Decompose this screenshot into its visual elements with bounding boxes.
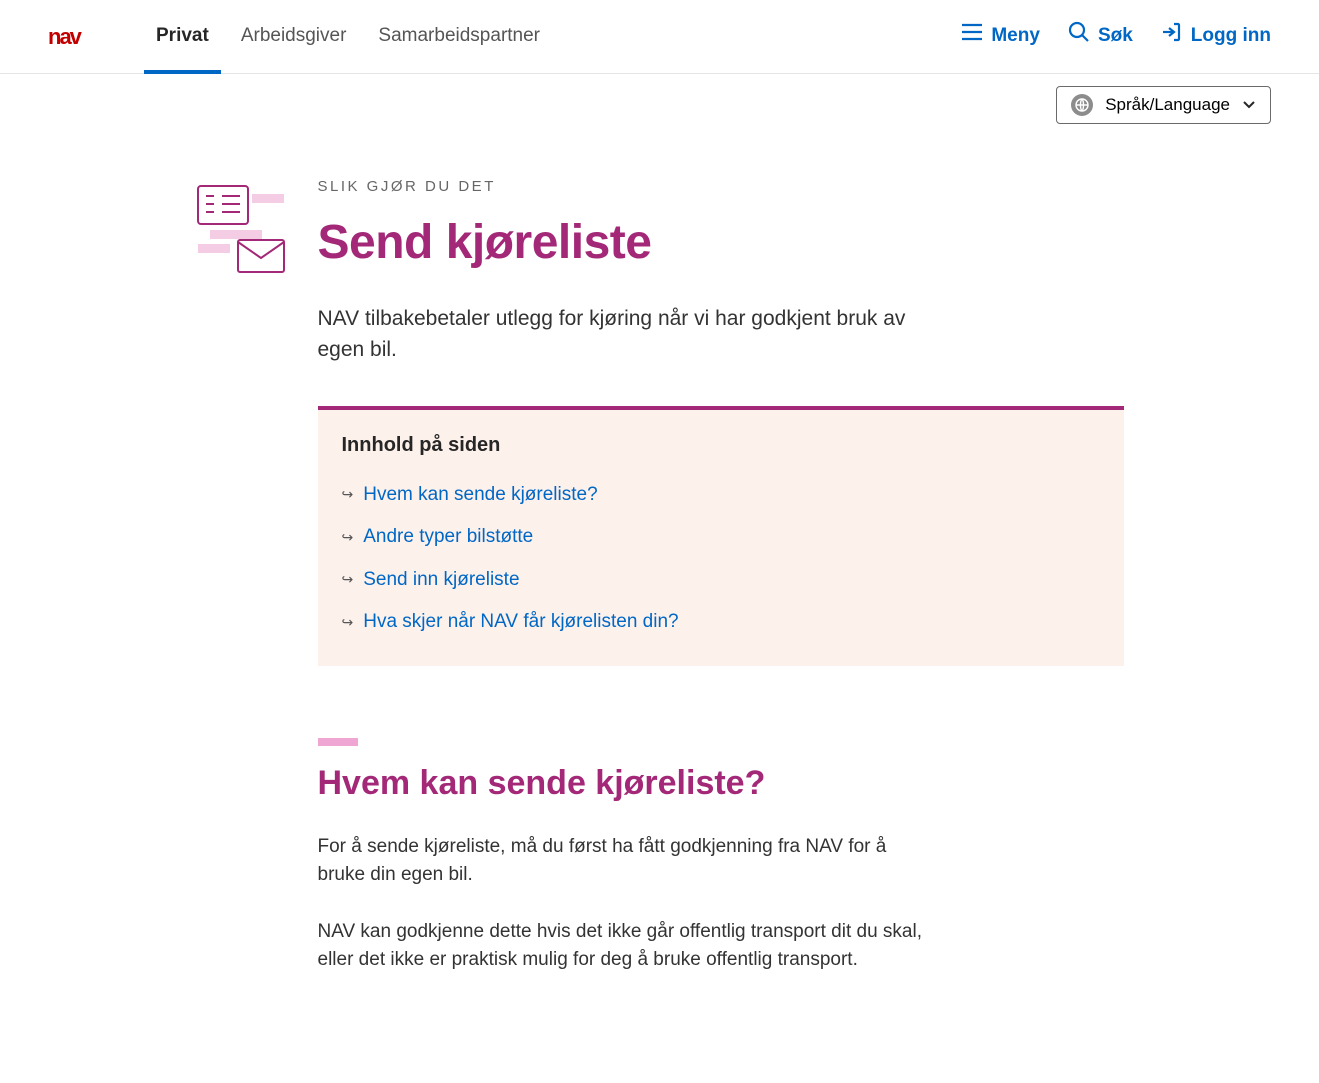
language-select[interactable]: Språk/Language <box>1056 86 1271 124</box>
arrow-indent-icon: ↪ <box>342 612 354 633</box>
toc-link: Hvem kan sende kjøreliste? <box>363 481 597 510</box>
toc-link: Hva skjer når NAV får kjørelisten din? <box>363 608 678 637</box>
toc-item[interactable]: ↪ Hva skjer når NAV får kjørelisten din? <box>342 601 1100 644</box>
tab-label: Samarbeidspartner <box>378 22 540 51</box>
login-button[interactable]: Logg inn <box>1161 21 1271 53</box>
page-illustration <box>196 184 286 284</box>
search-icon <box>1068 21 1090 53</box>
language-bar: Språk/Language <box>0 74 1319 136</box>
language-label: Språk/Language <box>1105 95 1230 115</box>
login-icon <box>1161 21 1183 53</box>
tab-label: Privat <box>156 22 209 51</box>
toc-list: ↪ Hvem kan sende kjøreliste? ↪ Andre typ… <box>342 474 1100 644</box>
svg-text:nav: nav <box>48 27 83 47</box>
arrow-indent-icon: ↪ <box>342 484 354 505</box>
page-eyebrow: SLIK GJØR DU DET <box>318 176 1124 199</box>
arrow-indent-icon: ↪ <box>342 527 354 548</box>
login-label: Logg inn <box>1191 22 1271 51</box>
menu-button[interactable]: Meny <box>961 22 1040 51</box>
body-paragraph: For å sende kjøreliste, må du først ha f… <box>318 833 928 890</box>
section-heading: Hvem kan sende kjøreliste? <box>318 758 1124 809</box>
header-actions: Meny Søk Logg inn <box>961 21 1271 53</box>
tab-samarbeidspartner[interactable]: Samarbeidspartner <box>378 0 540 73</box>
toc-link: Andre typer bilstøtte <box>363 523 533 552</box>
body-paragraph: NAV kan godkjenne dette hvis det ikke gå… <box>318 918 928 975</box>
chevron-down-icon <box>1242 95 1256 115</box>
toc-link: Send inn kjøreliste <box>363 566 519 595</box>
content-column: SLIK GJØR DU DET Send kjøreliste NAV til… <box>318 176 1124 1003</box>
toc-item[interactable]: ↪ Send inn kjøreliste <box>342 559 1100 602</box>
globe-icon <box>1071 94 1093 116</box>
page-illustration-column <box>196 176 286 1003</box>
toc-heading: Innhold på siden <box>342 430 1100 460</box>
tab-label: Arbeidsgiver <box>241 22 347 51</box>
main-content: SLIK GJØR DU DET Send kjøreliste NAV til… <box>196 176 1124 1003</box>
page-lead: NAV tilbakebetaler utlegg for kjøring nå… <box>318 303 918 366</box>
logo[interactable]: nav <box>48 27 108 47</box>
toc-item[interactable]: ↪ Hvem kan sende kjøreliste? <box>342 474 1100 517</box>
toc-item[interactable]: ↪ Andre typer bilstøtte <box>342 516 1100 559</box>
page-title: Send kjøreliste <box>318 207 1124 279</box>
table-of-contents: Innhold på siden ↪ Hvem kan sende kjørel… <box>318 406 1124 666</box>
tab-privat[interactable]: Privat <box>156 0 209 73</box>
context-tabs: Privat Arbeidsgiver Samarbeidspartner <box>156 0 961 73</box>
site-header: nav Privat Arbeidsgiver Samarbeidspartne… <box>0 0 1319 74</box>
menu-label: Meny <box>991 22 1040 51</box>
search-label: Søk <box>1098 22 1133 51</box>
section-accent-bar <box>318 738 358 746</box>
menu-icon <box>961 22 983 51</box>
arrow-indent-icon: ↪ <box>342 569 354 590</box>
search-button[interactable]: Søk <box>1068 21 1133 53</box>
tab-arbeidsgiver[interactable]: Arbeidsgiver <box>241 0 347 73</box>
